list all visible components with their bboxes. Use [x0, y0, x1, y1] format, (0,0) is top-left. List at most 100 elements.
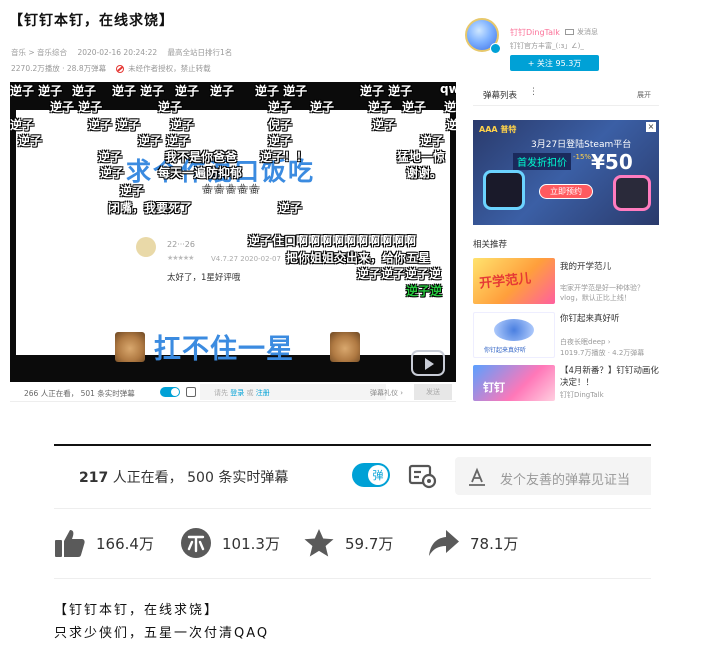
favorite-button[interactable]: 59.7万 [303, 526, 393, 560]
like-count: 166.4万 [96, 534, 154, 553]
thumbnail-text: 你钉起来真好听 [484, 347, 527, 354]
related-video-meta: 1019.7万播放 · 4.2万弹幕 [560, 349, 645, 357]
ad-cta-button[interactable]: 立即预约 [539, 184, 593, 199]
danmaku: 逆子 [310, 100, 335, 114]
danmaku: 倪子 [268, 118, 293, 132]
danmaku: 逆子 [18, 134, 43, 148]
coin-button[interactable]: 101.3万 [180, 526, 280, 560]
video-meta: 音乐 > 音乐综合 2020-02-16 20:24:22 最高全站日排行1名 [11, 47, 240, 58]
related-video-title[interactable]: 【4月新番？】钉钉动画化决定！！ [560, 365, 660, 389]
related-video-author[interactable]: 白夜长眠deep › [560, 337, 611, 347]
related-thumbnail[interactable]: 开学范儿 [473, 258, 555, 304]
related-title: 相关推荐 [473, 240, 508, 250]
danmaku: 逆子住口啊啊啊啊啊啊啊啊啊啊 [248, 234, 417, 248]
ad-banner[interactable]: AAA 普特 3月27日登陆Steam平台 首发折扣价 -15% ¥50 立即预… [473, 120, 659, 225]
danmaku: 逆子逆子逆子逆 [357, 267, 442, 281]
envelope-icon [565, 29, 574, 35]
danmaku-settings-icon[interactable] [408, 463, 438, 489]
category-breadcrumb[interactable]: 音乐 > 音乐综合 [11, 48, 67, 57]
divider [54, 578, 651, 579]
related-video-meta: 宅家开学范是好一种体验？ [560, 284, 644, 292]
no-repost-icon [116, 64, 125, 73]
dog-emoji-icon [330, 332, 360, 362]
description-line: 【钉钉本钉，在线求饶】 [54, 603, 220, 618]
danmaku-toggle[interactable]: 弹 [352, 463, 390, 487]
danmaku: 逆子 [268, 100, 293, 114]
danmaku: 逆子 [368, 100, 393, 114]
danmaku: 逆 [444, 100, 456, 114]
review-text: 太好了，1星好评哦 [167, 273, 241, 283]
danmaku: 逆子 [402, 100, 427, 114]
related-video-title[interactable]: 我的开学范儿 [560, 260, 611, 272]
like-button[interactable]: 166.4万 [54, 526, 154, 560]
expand-link[interactable]: 展开 [637, 90, 651, 100]
star-icon [304, 529, 334, 557]
login-link[interactable]: 登录 [230, 389, 244, 397]
danmaku: 逆子 逆子 [10, 84, 63, 98]
danmaku: 逆子 逆子 [255, 84, 308, 98]
etiquette-link[interactable]: 弹幕礼仪 › [370, 388, 403, 398]
share-button[interactable]: 78.1万 [428, 526, 518, 560]
danmaku: 猛地一惊 [397, 150, 446, 164]
related-video-title[interactable]: 你钉起来真好听 [560, 312, 620, 324]
bilibili-logo-icon [411, 350, 445, 376]
danmaku-toggle-knob: 弹 [368, 465, 388, 485]
video-player[interactable]: 求个作混口饭吃 22···26 ★★★★★ V4.7.27 2020-02-07… [10, 82, 456, 382]
play-count: 2270.2万播放 · 28.8万弹幕 [11, 64, 107, 73]
viewer-stats: 217 人正在看， 500 条实时弹幕 [79, 467, 288, 487]
description-line: 只求少侠们，五星一次付清QAQ [54, 626, 270, 641]
danmaku-count: 500 [187, 470, 214, 486]
danmaku: 把你姐姐交出来，给你五星 [286, 251, 431, 265]
related-video-author[interactable]: 钉钉DingTalk [560, 390, 604, 400]
ad-brand: AAA 普特 [479, 125, 517, 134]
danmaku: 逆子 逆子 [88, 118, 141, 132]
danmaku: 逆子 [446, 118, 456, 132]
viewer-count: 217 [79, 470, 109, 486]
register-link[interactable]: 注册 [256, 389, 270, 397]
viewer-label: 人正在看， [112, 470, 183, 486]
danmaku-list-header[interactable]: 弹幕列表 ⋮ 展开 [473, 82, 659, 106]
danmaku: 逆子 [120, 184, 145, 198]
danmaku: 逆子 [372, 118, 397, 132]
text-style-icon[interactable] [467, 467, 487, 487]
reviewer-id: 22···26 [167, 240, 195, 249]
related-thumbnail[interactable]: 你钉起来真好听 [473, 312, 555, 358]
video-title: 【钉钉本钉，在线求饶】 [9, 13, 174, 29]
favorite-count: 59.7万 [345, 534, 394, 553]
follow-button[interactable]: + 关注 95.3万 [510, 55, 599, 71]
mini-send-button[interactable]: 发送 [414, 384, 452, 400]
mini-viewer-count: 266 人正在看， 501 条实时弹幕 [24, 389, 135, 398]
danmaku: 逆子 逆子 [112, 84, 165, 98]
share-icon [429, 530, 459, 556]
danmaku: 逆子 [98, 150, 123, 164]
share-count: 78.1万 [470, 534, 519, 553]
danmaku: 逆子 [10, 118, 35, 132]
mini-danmaku-toggle[interactable] [160, 387, 180, 397]
divider [54, 508, 651, 509]
rank-label[interactable]: 最高全站日排行1名 [168, 48, 233, 57]
uploader-name[interactable]: 钉钉DingTalk [510, 27, 560, 38]
close-icon[interactable]: × [646, 122, 656, 132]
mini-danmaku-settings-icon[interactable] [186, 387, 196, 397]
danmaku-input[interactable]: 发个友善的弹幕见证当 [455, 457, 651, 495]
danmaku: 逆子 逆子 [360, 84, 413, 98]
frame-subtitle: 扛不住一星 [154, 334, 294, 365]
ad-caption: 首发折扣价 [513, 153, 571, 170]
coin-count: 101.3万 [222, 534, 280, 553]
danmaku: 逆子逆 [406, 284, 443, 298]
related-thumbnail[interactable]: 钉钉 [473, 365, 555, 401]
danmaku: qw [440, 82, 456, 96]
robot-icon [483, 170, 525, 210]
message-link[interactable]: 发消息 [565, 27, 598, 37]
reviewer-avatar [136, 237, 156, 257]
danmaku: 谢谢。 [406, 166, 443, 180]
danmaku: ☆☆☆☆☆ [202, 182, 261, 196]
mini-danmaku-bar: 266 人正在看， 501 条实时弹幕 请先 登录 或 注册 弹幕礼仪 › 发送 [10, 382, 456, 402]
danmaku: 逆子 逆子 [138, 134, 191, 148]
more-icon[interactable]: ⋮ [529, 87, 538, 97]
review-stars: ★★★★★ [167, 254, 194, 262]
mini-danmaku-input[interactable]: 请先 登录 或 注册 [200, 384, 386, 400]
danmaku-label: 条实时弹幕 [218, 470, 289, 486]
coin-icon [181, 528, 211, 558]
danmaku-list-title: 弹幕列表 [483, 91, 518, 101]
